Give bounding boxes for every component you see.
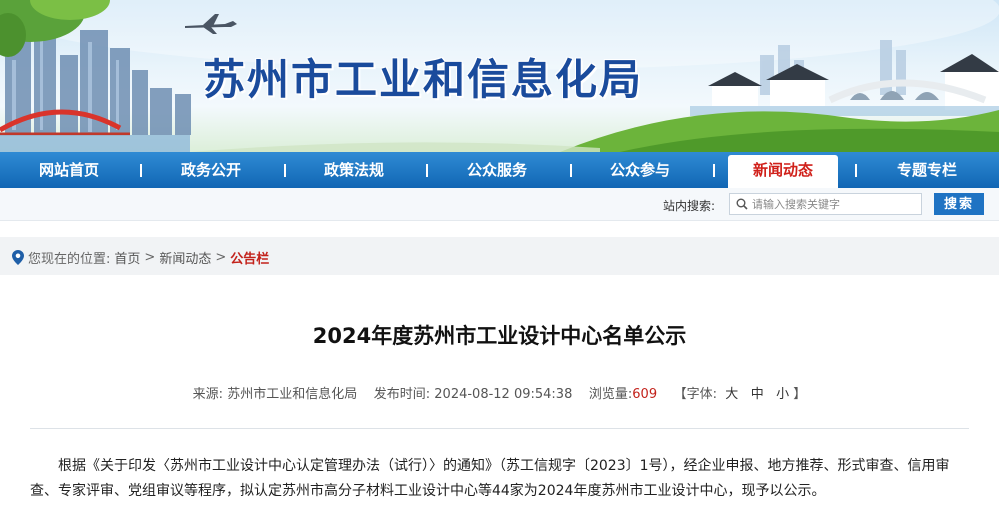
font-size-small-button[interactable]: 小 xyxy=(776,387,789,402)
font-size-large-button[interactable]: 大 xyxy=(725,387,738,402)
article-body: 根据《关于印发〈苏州市工业设计中心认定管理办法（试行）〉的通知》（苏工信规字〔2… xyxy=(30,458,950,499)
nav-government-affairs[interactable]: 政务公开 xyxy=(162,152,260,188)
site-banner: 苏州市工业和信息化局 xyxy=(0,0,999,152)
nav-public-services[interactable]: 公众服务 xyxy=(448,152,546,188)
site-title: 苏州市工业和信息化局 xyxy=(203,55,644,104)
location-pin-icon xyxy=(12,250,24,265)
divider xyxy=(30,428,969,429)
nav-separator xyxy=(713,164,715,177)
search-icon xyxy=(736,198,748,210)
views-label: 浏览量: xyxy=(588,387,633,402)
search-input[interactable] xyxy=(752,194,917,214)
nav-separator xyxy=(284,164,286,177)
search-label: 站内搜索: xyxy=(663,199,716,213)
search-button[interactable]: 搜索 xyxy=(934,193,984,215)
breadcrumb-prefix: 您现在的位置: xyxy=(28,252,111,267)
breadcrumb-home[interactable]: 首页 xyxy=(114,248,140,267)
nav-public-participation[interactable]: 公众参与 xyxy=(591,152,689,188)
time-label: 发布时间: xyxy=(373,387,431,402)
nav-policies[interactable]: 政策法规 xyxy=(305,152,403,188)
breadcrumb-sep: > xyxy=(144,250,156,265)
breadcrumb-bulletin[interactable]: 公告栏 xyxy=(230,248,269,267)
time-value: 2024-08-12 09:54:38 xyxy=(434,387,573,402)
font-size-medium-button[interactable]: 中 xyxy=(751,387,764,402)
main-nav: 网站首页 政务公开 政策法规 公众服务 公众参与 新闻动态 专题专栏 xyxy=(0,152,999,188)
breadcrumb: 您现在的位置: 首页 > 新闻动态 > 公告栏 xyxy=(12,248,269,267)
source-value: 苏州市工业和信息化局 xyxy=(227,387,358,402)
nav-home[interactable]: 网站首页 xyxy=(20,152,118,188)
nav-separator xyxy=(426,164,428,177)
nav-special-topics[interactable]: 专题专栏 xyxy=(878,152,976,188)
nav-separator xyxy=(140,164,142,177)
article-title: 2024年度苏州市工业设计中心名单公示 xyxy=(312,324,687,348)
source-label: 来源: xyxy=(192,387,224,402)
nav-news[interactable]: 新闻动态 xyxy=(728,155,838,188)
font-size-open: 【字体: xyxy=(673,387,718,402)
nav-separator xyxy=(570,164,572,177)
nav-separator xyxy=(855,164,857,177)
views-count: 609 xyxy=(632,387,658,402)
font-size-close: 】 xyxy=(793,387,807,402)
search-bar: 站内搜索: 搜索 xyxy=(0,188,999,221)
breadcrumb-news[interactable]: 新闻动态 xyxy=(159,248,211,267)
breadcrumb-sep: > xyxy=(215,250,227,265)
breadcrumb-bar: 您现在的位置: 首页 > 新闻动态 > 公告栏 xyxy=(0,237,999,275)
search-box[interactable] xyxy=(729,193,922,215)
article-meta: 来源: 苏州市工业和信息化局 发布时间: 2024-08-12 09:54:38… xyxy=(0,383,999,402)
